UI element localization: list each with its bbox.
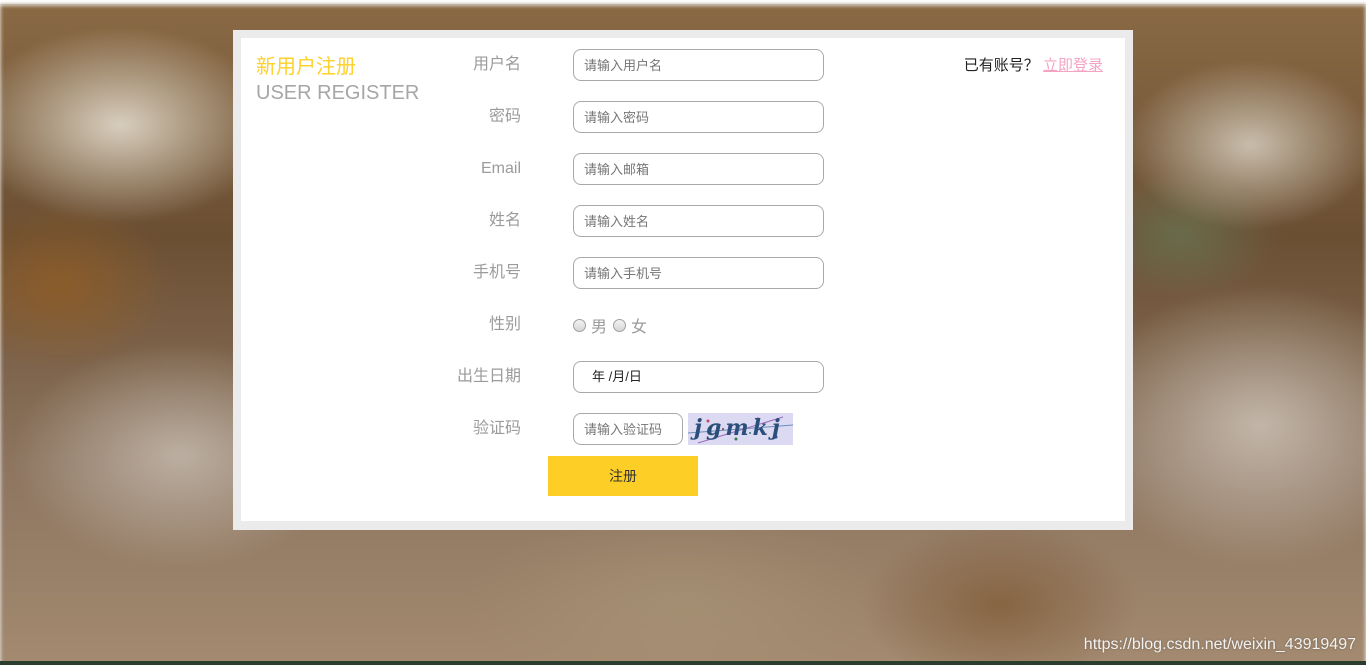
birthday-label: 出生日期 — [456, 368, 521, 385]
title-english: USER REGISTER — [256, 82, 420, 104]
gender-female-label: 女 — [631, 319, 648, 336]
register-button[interactable]: 注册 — [548, 456, 698, 496]
username-input[interactable] — [573, 49, 824, 81]
name-input[interactable] — [573, 205, 824, 237]
email-label: Email — [480, 160, 521, 177]
captcha-input[interactable] — [573, 413, 683, 445]
captcha-label: 验证码 — [472, 420, 521, 437]
watermark-url: https://blog.csdn.net/weixin_43919497 — [1083, 636, 1356, 653]
gender-male-label: 男 — [591, 319, 608, 336]
gender-male-radio[interactable] — [573, 318, 586, 332]
phone-label: 手机号 — [472, 264, 521, 281]
captcha-image[interactable]: jgmkj — [688, 413, 793, 445]
email-input[interactable] — [573, 153, 824, 185]
name-label: 姓名 — [488, 212, 521, 229]
captcha-text: jgmkj — [694, 415, 784, 441]
register-heading: 新用户注册 USER REGISTER — [256, 54, 419, 106]
login-prompt: 已有账号？ 立即登录 — [964, 54, 1103, 75]
bottom-edge — [0, 661, 1366, 665]
register-panel-frame: 新用户注册 USER REGISTER 已有账号？ 立即登录 用户名 密码 Em… — [233, 30, 1133, 530]
gender-radio-group: 男 女 — [573, 309, 653, 341]
register-panel: 新用户注册 USER REGISTER 已有账号？ 立即登录 用户名 密码 Em… — [241, 38, 1125, 521]
username-label: 用户名 — [472, 56, 521, 73]
gender-female-radio[interactable] — [613, 318, 627, 332]
title-chinese: 新用户注册 — [256, 56, 356, 78]
login-link[interactable]: 立即登录 — [1043, 57, 1103, 74]
phone-input[interactable] — [573, 257, 824, 289]
password-input[interactable] — [573, 101, 824, 133]
password-label: 密码 — [488, 108, 521, 125]
login-question: 已有账号？ — [963, 57, 1039, 74]
birthday-date-input[interactable]: 年 /月/日 — [573, 361, 824, 393]
gender-label: 性别 — [488, 316, 521, 333]
